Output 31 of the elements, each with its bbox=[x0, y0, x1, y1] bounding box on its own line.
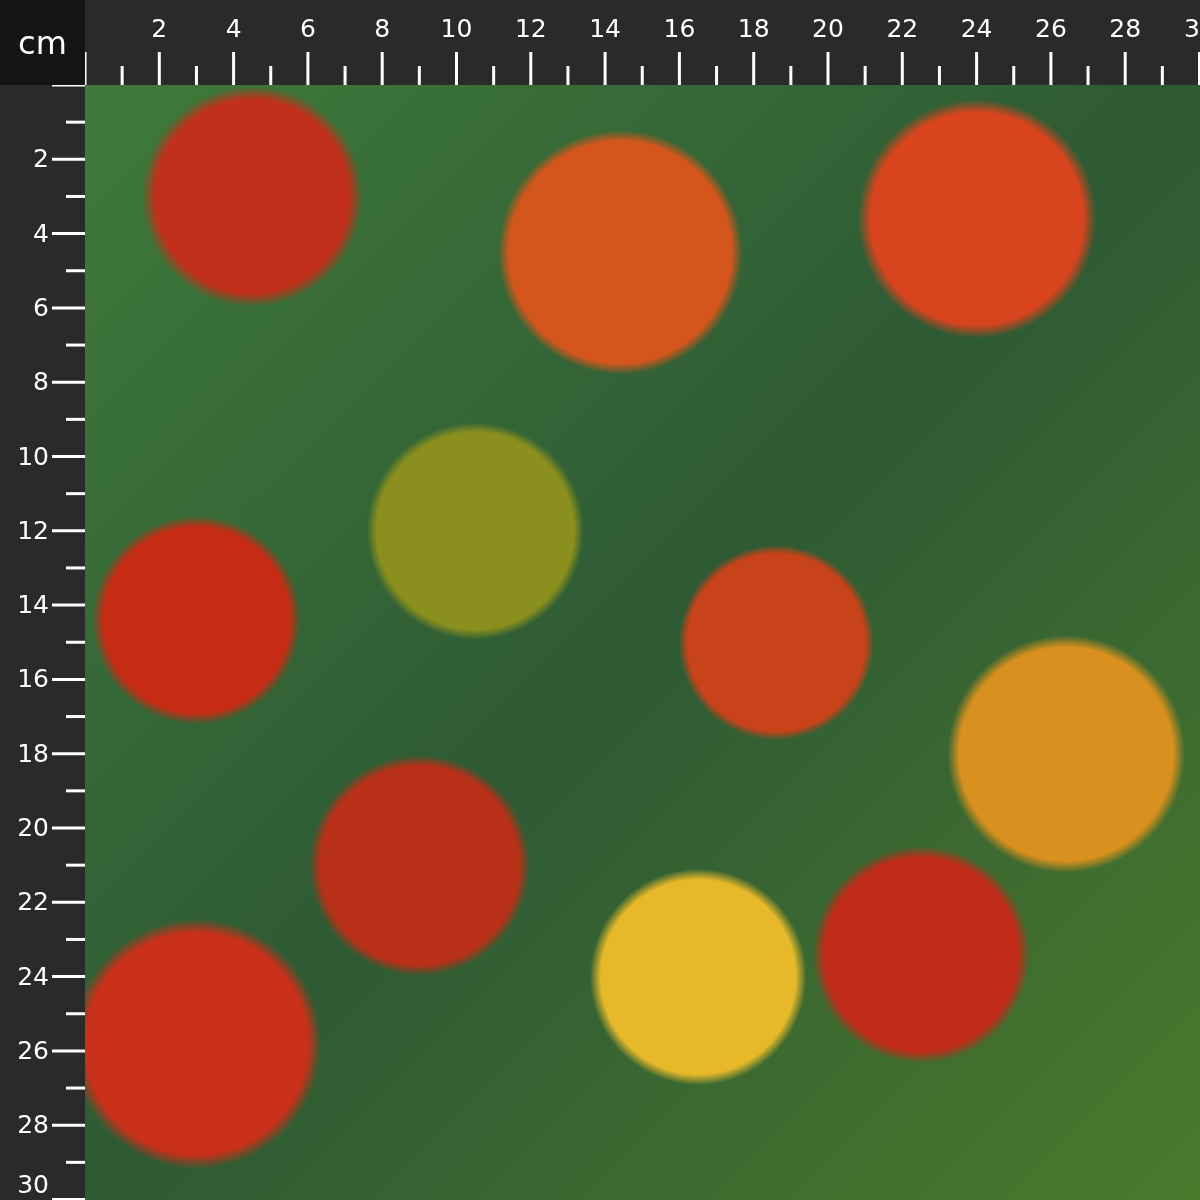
ruler-number: 24 bbox=[17, 961, 49, 992]
ruler-number: 28 bbox=[1109, 14, 1142, 44]
ruler-number: 16 bbox=[663, 14, 696, 44]
ruler-number: 20 bbox=[812, 14, 844, 44]
ruler-number: 14 bbox=[17, 590, 49, 621]
ruler-number: 16 bbox=[17, 664, 49, 695]
ruler-number: 10 bbox=[440, 14, 473, 44]
ruler-number: 30 bbox=[17, 1170, 49, 1200]
ruler-number: 14 bbox=[589, 14, 621, 44]
ruler-number: 22 bbox=[886, 14, 919, 44]
ruler-number: 4 bbox=[33, 218, 49, 249]
ruler-number: 2 bbox=[151, 14, 168, 44]
ruler-number: 2 bbox=[33, 144, 49, 175]
ruler-number: 20 bbox=[17, 813, 49, 843]
ruler-number: 18 bbox=[17, 738, 49, 769]
ruler-number: 22 bbox=[17, 887, 49, 918]
ruler-number: 4 bbox=[225, 14, 242, 44]
ruler-number: 12 bbox=[514, 14, 547, 44]
ruler-number: 3 bbox=[1184, 14, 1200, 44]
ruler-number: 8 bbox=[374, 14, 391, 44]
ruler-number: 24 bbox=[960, 14, 993, 44]
ruler-number: 8 bbox=[33, 367, 49, 398]
ruler-number: 26 bbox=[17, 1035, 49, 1066]
ruler-number: 12 bbox=[17, 515, 49, 546]
ruler-number: 10 bbox=[17, 441, 49, 472]
unit-label: cm bbox=[18, 23, 67, 62]
ruler-number: 26 bbox=[1035, 14, 1067, 44]
ruler-number: 6 bbox=[299, 14, 316, 44]
ruler-number: 28 bbox=[17, 1110, 49, 1141]
ruler-number: 18 bbox=[737, 14, 770, 44]
ruler-number: 6 bbox=[33, 292, 49, 323]
